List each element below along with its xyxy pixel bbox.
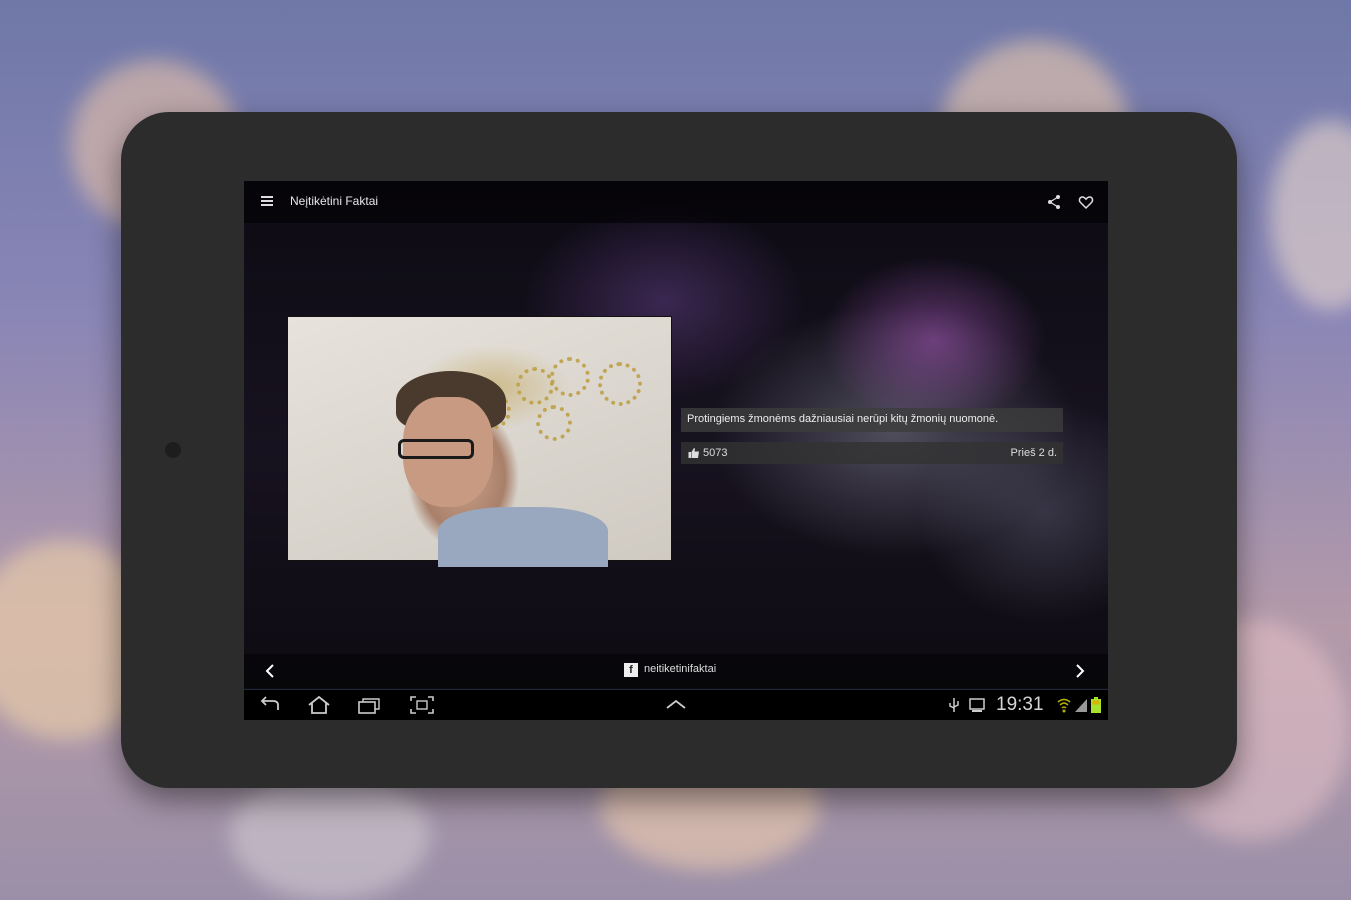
screenshot-icon[interactable] <box>410 696 434 714</box>
bokeh-light <box>230 770 430 900</box>
app-title: Neįtikėtini Faktai <box>290 194 379 208</box>
facebook-page-link[interactable]: neitiketinifaktai <box>644 663 716 675</box>
bokeh-light <box>1270 120 1351 310</box>
thumbs-up-icon[interactable] <box>688 447 700 459</box>
clock: 19:31 <box>996 694 1044 715</box>
fact-image <box>287 316 672 567</box>
person-shirt <box>438 507 608 567</box>
gear-graphic <box>550 357 590 397</box>
usb-icon <box>949 698 959 712</box>
chevron-right-icon[interactable] <box>1072 663 1088 679</box>
app-screen: Neįtikėtini Faktai Protingiems žmonėms d… <box>244 181 1108 720</box>
gear-graphic <box>516 367 554 405</box>
gear-graphic <box>598 362 642 406</box>
chevron-left-icon[interactable] <box>262 663 278 679</box>
bottom-bar: f neitiketinifaktai <box>244 654 1108 688</box>
recent-apps-icon[interactable] <box>358 696 382 714</box>
gear-graphic <box>536 405 572 441</box>
heart-icon[interactable] <box>1078 194 1094 210</box>
battery-icon <box>1091 697 1101 713</box>
fact-text: Protingiems žmonėms dažniausiai nerūpi k… <box>681 408 1063 432</box>
menu-icon[interactable] <box>261 196 273 206</box>
fact-meta: 5073 Prieš 2 d. <box>681 442 1063 464</box>
signal-icon <box>1075 699 1087 712</box>
screen-icon <box>969 698 985 712</box>
person-glasses <box>398 439 474 459</box>
facebook-icon[interactable]: f <box>624 663 638 677</box>
front-camera <box>165 442 181 458</box>
system-nav-bar: 19:31 <box>244 689 1108 720</box>
action-bar: Neįtikėtini Faktai <box>244 181 1108 223</box>
home-icon[interactable] <box>307 696 331 714</box>
share-icon[interactable] <box>1046 194 1062 210</box>
chevron-up-icon[interactable] <box>664 696 688 714</box>
like-count: 5073 <box>703 447 728 459</box>
back-icon[interactable] <box>258 696 282 714</box>
fact-date: Prieš 2 d. <box>1010 447 1057 459</box>
wifi-icon <box>1057 698 1071 713</box>
fact-card: Protingiems žmonėms dažniausiai nerūpi k… <box>681 408 1063 466</box>
